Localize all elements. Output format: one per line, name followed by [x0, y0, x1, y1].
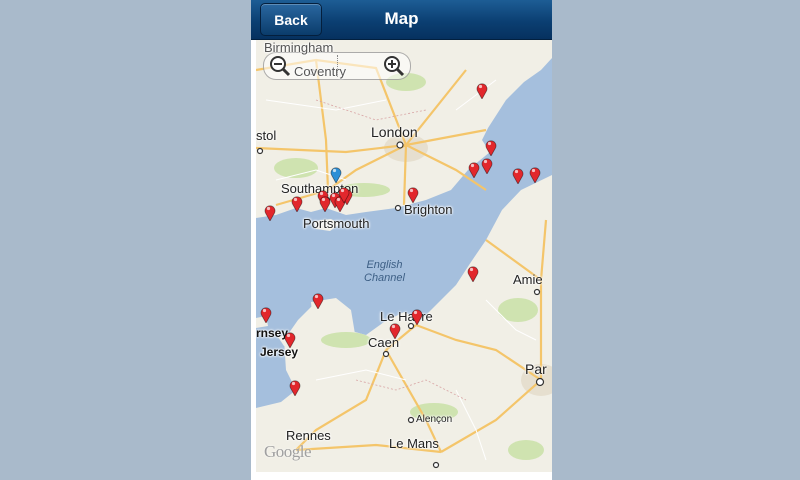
map-marker[interactable] — [407, 186, 419, 203]
zoom-out-button[interactable] — [268, 54, 292, 78]
map-pin-icon — [312, 293, 324, 309]
map-marker[interactable] — [529, 166, 541, 183]
map-pin-icon — [481, 158, 493, 174]
current-location-marker[interactable] — [330, 166, 342, 183]
map-view[interactable]: Birmingham Coventry stol London Southamp… — [256, 40, 552, 472]
map-label-coventry: Coventry — [294, 64, 347, 79]
map-pin-icon — [330, 167, 342, 183]
map-marker[interactable] — [291, 195, 303, 212]
zoom-in-button[interactable] — [382, 54, 406, 78]
map-pin-icon — [407, 187, 419, 203]
city-dot-amiens — [533, 288, 541, 296]
google-logo: Google — [264, 442, 312, 461]
map-marker[interactable] — [284, 331, 296, 348]
map-label-bristol: stol — [256, 128, 277, 143]
map-pin-icon — [468, 162, 480, 178]
map-label-le-mans: Le Mans — [389, 436, 439, 451]
map-pin-icon — [476, 83, 488, 99]
map-canvas[interactable] — [256, 40, 552, 472]
map-label-paris: Par — [525, 361, 547, 377]
map-marker[interactable] — [411, 308, 423, 325]
map-pin-icon — [485, 140, 497, 156]
map-label-brighton: Brighton — [404, 202, 453, 217]
map-pin-icon — [284, 332, 296, 348]
map-label-english-channel: English Channel — [364, 259, 405, 285]
map-marker[interactable] — [476, 82, 488, 99]
map-pin-icon — [264, 205, 276, 221]
map-marker[interactable] — [338, 186, 350, 203]
city-dot-le-mans — [432, 461, 440, 469]
map-marker[interactable] — [481, 157, 493, 174]
map-pin-icon — [529, 167, 541, 183]
map-marker[interactable] — [389, 322, 401, 339]
city-dot-alencon — [407, 416, 415, 424]
map-pin-icon — [512, 168, 524, 184]
map-marker[interactable] — [264, 204, 276, 221]
map-pin-icon — [338, 187, 350, 203]
city-dot-brighton — [394, 204, 402, 212]
park-area — [321, 332, 371, 348]
map-marker[interactable] — [512, 167, 524, 184]
map-marker[interactable] — [485, 139, 497, 156]
map-marker[interactable] — [289, 379, 301, 396]
map-marker[interactable] — [468, 161, 480, 178]
zoom-in-icon — [384, 56, 405, 77]
map-pin-icon — [291, 196, 303, 212]
map-label-london: London — [371, 124, 418, 140]
map-marker[interactable] — [312, 292, 324, 309]
map-label-portsmouth: Portsmouth — [303, 216, 370, 231]
zoom-out-icon — [270, 56, 291, 77]
map-marker[interactable] — [467, 265, 479, 282]
map-pin-icon — [411, 309, 423, 325]
city-dot-caen — [382, 350, 390, 358]
map-label-amiens: Amie — [513, 272, 543, 287]
phone-screen: Back Map Birmingham Coventry stol London… — [251, 0, 552, 480]
map-label-le-havre: Le Havre — [380, 309, 433, 324]
map-pin-icon — [389, 323, 401, 339]
city-dot-paris — [535, 377, 545, 387]
map-label-rennes: Rennes — [286, 428, 331, 443]
map-label-alencon: Alençon — [416, 414, 453, 425]
map-label-birmingham: Birmingham — [264, 40, 334, 55]
map-pin-icon — [289, 380, 301, 396]
city-dot-bristol — [256, 147, 264, 155]
city-dot-london — [396, 141, 404, 149]
map-label-channel: Channel — [364, 272, 405, 284]
title-bar: Back Map — [251, 0, 552, 40]
map-pin-icon — [467, 266, 479, 282]
park-area — [508, 440, 544, 460]
map-marker[interactable] — [260, 306, 272, 323]
map-pin-icon — [260, 307, 272, 323]
map-label-english: English — [366, 259, 403, 271]
back-button[interactable]: Back — [260, 3, 322, 36]
